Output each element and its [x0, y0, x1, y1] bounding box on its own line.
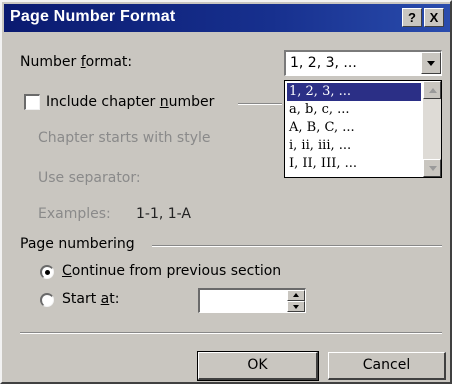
number-format-dropdown-button[interactable]	[421, 52, 441, 74]
spin-down-button[interactable]	[287, 301, 305, 312]
bottom-divider	[20, 332, 442, 334]
close-button[interactable]: X	[424, 8, 444, 27]
page-numbering-group-label: Page numbering	[20, 236, 135, 252]
continue-from-previous-radio[interactable]	[40, 265, 54, 279]
dropdown-option[interactable]: A, B, C, ...	[287, 119, 421, 137]
number-format-dropdown-list[interactable]: 1, 2, 3, ... a, b, c, ... A, B, C, ... i…	[284, 80, 442, 178]
arrow-up-icon	[429, 88, 437, 93]
start-at-label[interactable]: Start at:	[62, 291, 119, 307]
examples-value: 1-1, 1-A	[136, 206, 191, 222]
cancel-button[interactable]: Cancel	[328, 352, 446, 380]
start-at-spinner[interactable]	[198, 288, 306, 313]
number-format-label: Number format:	[20, 54, 133, 70]
arrow-up-icon	[293, 293, 299, 297]
help-button[interactable]: ?	[402, 8, 422, 27]
number-format-combobox[interactable]: 1, 2, 3, ...	[284, 50, 442, 76]
dropdown-scrollbar[interactable]	[423, 81, 441, 177]
spinner-buttons[interactable]	[287, 290, 305, 312]
examples-label: Examples:	[38, 206, 111, 222]
title-bar: Page Number Format ? X	[4, 4, 450, 32]
continue-from-previous-label[interactable]: Continue from previous section	[62, 263, 281, 279]
dropdown-option[interactable]: I, II, III, ...	[287, 155, 421, 173]
scroll-up-button[interactable]	[423, 81, 441, 99]
include-chapter-number-checkbox[interactable]	[24, 94, 40, 110]
radio-selected-dot	[45, 270, 50, 275]
ok-button[interactable]: OK	[197, 351, 319, 381]
window-title: Page Number Format	[10, 8, 176, 25]
scroll-down-button[interactable]	[423, 159, 441, 177]
dropdown-option[interactable]: i, ii, iii, ...	[287, 137, 421, 155]
arrow-down-icon	[293, 305, 299, 309]
page-number-format-dialog: Page Number Format ? X Number format: 1,…	[0, 0, 452, 384]
dropdown-option[interactable]: a, b, c, ...	[287, 101, 421, 119]
number-format-value: 1, 2, 3, ...	[290, 55, 357, 71]
chapter-style-label: Chapter starts with style	[38, 130, 211, 146]
spin-up-button[interactable]	[287, 290, 305, 301]
chapter-group-divider	[238, 103, 282, 105]
start-at-radio[interactable]	[40, 293, 54, 307]
separator-label: Use separator:	[38, 170, 141, 186]
chevron-down-icon	[427, 61, 435, 66]
page-numbering-divider	[152, 245, 442, 247]
dropdown-option[interactable]: 1, 2, 3, ...	[287, 83, 421, 101]
arrow-down-icon	[429, 166, 437, 171]
include-chapter-number-label[interactable]: Include chapter number	[46, 94, 214, 110]
